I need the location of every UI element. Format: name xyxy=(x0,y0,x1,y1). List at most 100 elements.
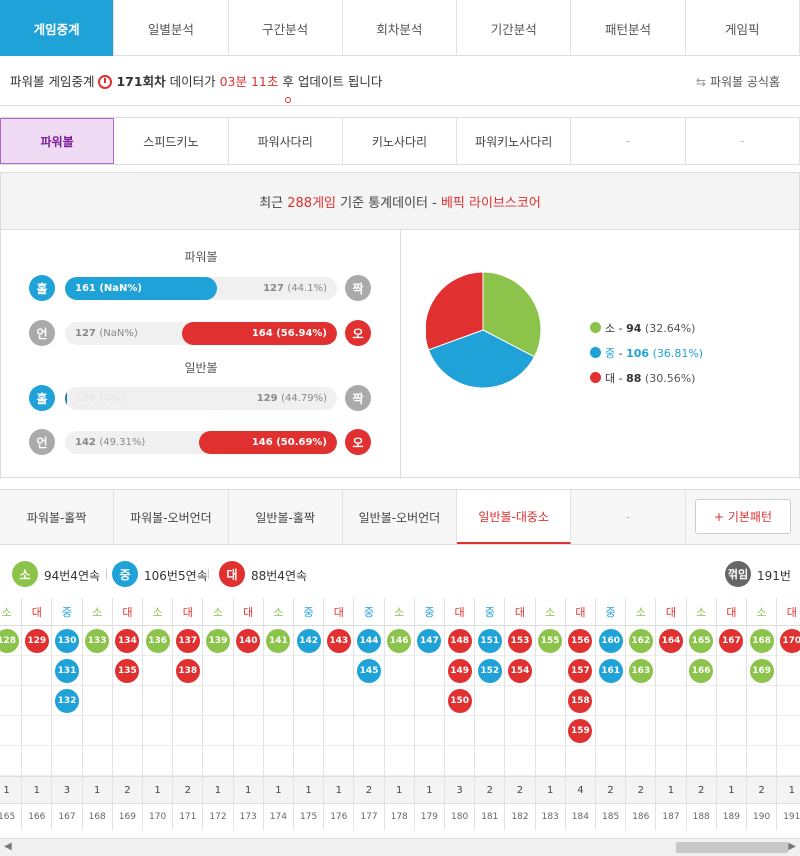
pattern-round: 172 xyxy=(209,812,227,822)
tab-pb-odd-even[interactable]: 파워볼-홀짝 xyxy=(0,490,115,544)
powerball-title: 파워볼 xyxy=(184,250,218,264)
pattern-cell: 137 xyxy=(173,626,203,656)
tab-section-analysis[interactable]: 구간분석 xyxy=(229,0,343,56)
pattern-cell xyxy=(203,716,233,746)
under-icon: 언 xyxy=(29,429,55,455)
pattern-cell xyxy=(656,716,686,746)
scroll-left-icon[interactable]: ◀ xyxy=(4,841,12,852)
pattern-header: 대 xyxy=(505,598,535,626)
scroll-thumb[interactable] xyxy=(676,842,788,853)
legend-dot-big xyxy=(590,372,601,383)
under-pct: (NaN%) xyxy=(99,328,138,339)
odd-label: 161 (NaN%) xyxy=(75,277,142,300)
pattern-column: 소 136 1 170 xyxy=(143,598,174,830)
pattern-cell: 153 xyxy=(505,626,535,656)
pattern-ball: 135 xyxy=(115,658,140,683)
pattern-tabs: 파워볼-홀짝 파워볼-오버언더 일반볼-홀짝 일반볼-오버언더 일반볼-대중소 … xyxy=(0,489,800,545)
pattern-cell xyxy=(233,716,263,746)
stats-source: 베픽 라이브스코어 xyxy=(440,195,541,211)
pattern-column: 소 139 1 172 xyxy=(203,598,234,830)
legend-dot-mid xyxy=(590,347,601,358)
tab-nb-size[interactable]: 일반볼-대중소 xyxy=(457,490,572,544)
over-pct: (56.94%) xyxy=(276,328,327,339)
official-home-link[interactable]: ⇆ 파워볼 공식홈 xyxy=(696,73,780,90)
under-count: 142 xyxy=(75,437,96,448)
pattern-ball: 168 xyxy=(749,628,774,653)
tab-powerball[interactable]: 파워볼 xyxy=(0,118,115,164)
tab-round-analysis[interactable]: 회차분석 xyxy=(343,0,458,56)
link-icon: ⇆ xyxy=(695,75,706,89)
tab-pb-over-under[interactable]: 파워볼-오버언더 xyxy=(114,490,229,544)
pattern-cell: 163 xyxy=(626,656,656,686)
pattern-cell xyxy=(686,716,716,746)
pattern-ball: 166 xyxy=(689,658,714,683)
info-mid: 데이터가 xyxy=(169,74,216,89)
pattern-cell: 145 xyxy=(354,656,384,686)
pattern-count: 2 xyxy=(173,776,203,804)
tab-nb-over-under[interactable]: 일반볼-오버언더 xyxy=(343,490,458,544)
pattern-cell xyxy=(505,686,535,716)
small-summary: 94번4연속 xyxy=(44,569,101,583)
pattern-header: 대 xyxy=(565,598,595,626)
tab-game-pick[interactable]: 게임픽 xyxy=(686,0,800,56)
pattern-cell xyxy=(82,656,112,686)
tab-game-broadcast[interactable]: 게임중계 xyxy=(0,0,115,56)
pattern-round: 182 xyxy=(511,812,529,822)
pattern-round: 179 xyxy=(420,812,438,822)
pattern-cell xyxy=(173,686,203,716)
legend-value-big: 88 xyxy=(626,372,642,385)
pattern-header: 소 xyxy=(535,598,565,626)
pattern-cell xyxy=(354,686,384,716)
pattern-cell xyxy=(294,656,324,686)
pattern-header: 중 xyxy=(354,598,384,626)
pattern-count: 1 xyxy=(716,776,746,804)
pattern-cell xyxy=(716,686,746,716)
legend-pct-big: (30.56%) xyxy=(644,372,696,385)
scroll-right-icon[interactable]: ▶ xyxy=(788,841,796,852)
tab-power-ladder[interactable]: 파워사다리 xyxy=(229,118,343,164)
pattern-ball: 145 xyxy=(356,658,381,683)
pattern-cell: 161 xyxy=(596,656,626,686)
official-home-label: 파워볼 공식홈 xyxy=(709,75,780,89)
tab-powerkeno-ladder[interactable]: 파워키노사다리 xyxy=(457,118,572,164)
pattern-column: 대 148 149 150 3 180 xyxy=(445,598,476,830)
pattern-ball: 163 xyxy=(628,658,653,683)
pattern-cell xyxy=(747,716,777,746)
odd-pct: (NaN%) xyxy=(99,283,143,294)
pattern-ball: 170 xyxy=(779,628,800,653)
under-icon: 언 xyxy=(29,320,55,346)
tab-pattern-analysis[interactable]: 패턴분석 xyxy=(571,0,686,56)
pattern-cell xyxy=(0,746,22,776)
tab-nb-odd-even[interactable]: 일반볼-홀짝 xyxy=(229,490,343,544)
pattern-ball: 164 xyxy=(658,628,683,653)
basic-pattern-button[interactable]: + 기본패턴 xyxy=(695,499,791,534)
tab-empty-2: - xyxy=(686,118,800,164)
pattern-round: 171 xyxy=(179,812,197,822)
pattern-ball: 153 xyxy=(507,628,532,653)
pattern-round: 168 xyxy=(88,812,106,822)
even-count: 127 xyxy=(263,283,284,294)
pattern-round: 190 xyxy=(753,812,771,822)
over-label: 164 (56.94%) xyxy=(252,322,327,345)
bar-track: 127 (NaN%) 164 (56.94%) xyxy=(65,322,337,345)
pattern-ball: 139 xyxy=(205,628,230,653)
pattern-ball: 165 xyxy=(689,628,714,653)
pattern-cell xyxy=(414,656,444,686)
odd-count: 159 xyxy=(75,393,96,404)
tab-period-analysis[interactable]: 기간분석 xyxy=(457,0,572,56)
pattern-cell xyxy=(414,716,444,746)
tab-daily-analysis[interactable]: 일별분석 xyxy=(114,0,229,56)
horizontal-scrollbar[interactable]: ◀ ▶ xyxy=(0,838,800,856)
legend-label-small: 소 xyxy=(605,322,616,335)
pattern-round: 180 xyxy=(451,812,469,822)
legend-value-mid: 106 xyxy=(626,347,650,360)
pattern-column: 소 141 1 174 xyxy=(263,598,294,830)
pattern-ball: 144 xyxy=(356,628,381,653)
pattern-header: 중 xyxy=(414,598,444,626)
pattern-round: 173 xyxy=(239,812,257,822)
pattern-header: 대 xyxy=(233,598,263,626)
pattern-count: 2 xyxy=(354,776,384,804)
tab-keno-ladder[interactable]: 키노사다리 xyxy=(343,118,458,164)
tab-speedkeno[interactable]: 스피드키노 xyxy=(114,118,229,164)
pattern-column: 대 134 135 2 169 xyxy=(112,598,143,830)
